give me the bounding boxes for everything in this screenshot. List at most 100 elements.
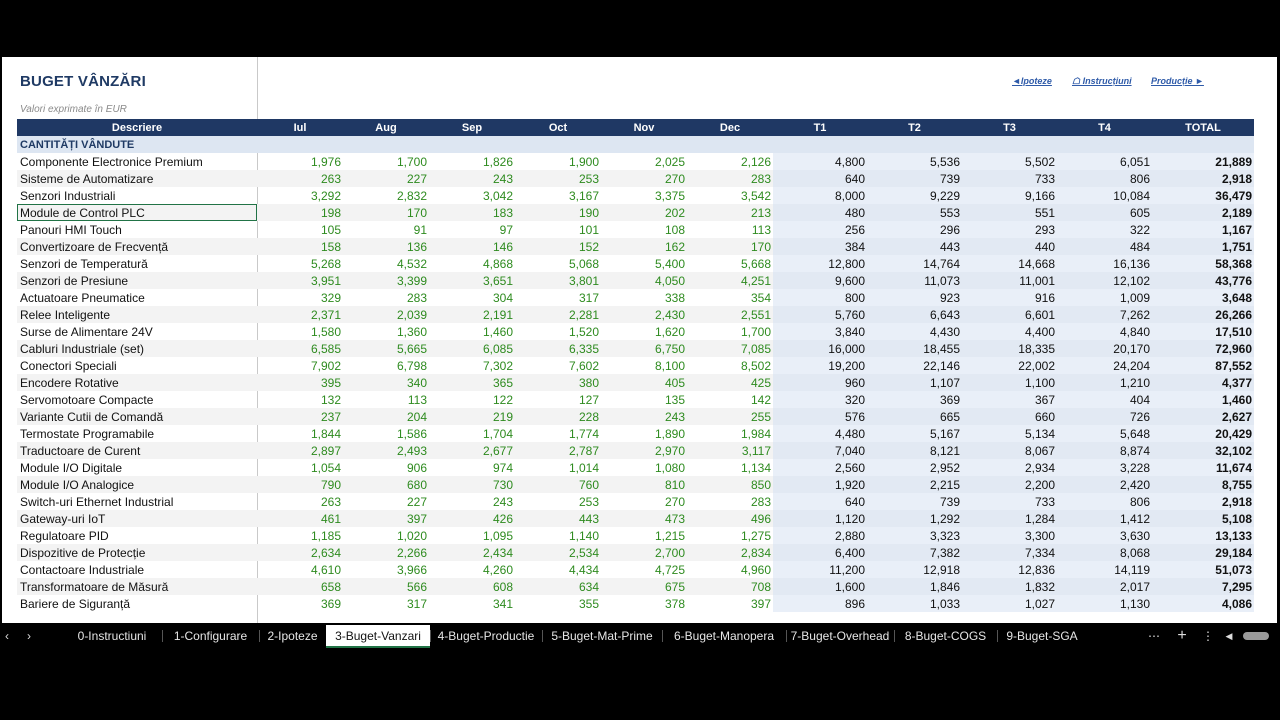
sheet-tab[interactable]: 5-Buget-Mat-Prime [542,624,662,648]
add-sheet-icon[interactable]: + [1173,624,1191,648]
table-cell[interactable]: 1,620 [601,323,687,340]
table-cell[interactable]: 730 [429,476,515,493]
table-cell[interactable]: 675 [601,578,687,595]
table-cell[interactable]: 6,400 [773,544,867,561]
table-cell[interactable]: 20,429 [1152,425,1254,442]
table-cell[interactable]: 105 [257,221,343,238]
table-cell[interactable]: 395 [257,374,343,391]
table-cell[interactable]: 7,085 [687,340,773,357]
table-cell[interactable]: 1,774 [515,425,601,442]
table-cell[interactable]: 397 [343,510,429,527]
table-cell[interactable]: 4,086 [1152,595,1254,612]
table-cell[interactable]: 974 [429,459,515,476]
table-cell[interactable]: 2,191 [429,306,515,323]
row-description[interactable]: Module I/O Digitale [17,459,257,476]
table-cell[interactable]: 5,167 [867,425,962,442]
table-cell[interactable]: 9,166 [962,187,1057,204]
table-cell[interactable]: 87,552 [1152,357,1254,374]
row-description[interactable]: Module de Control PLC [17,204,257,221]
sheet-tab[interactable]: 0-Instructiuni [62,624,162,648]
table-cell[interactable]: 2,834 [687,544,773,561]
table-cell[interactable]: 6,085 [429,340,515,357]
table-cell[interactable] [257,136,343,153]
table-cell[interactable]: 136 [343,238,429,255]
table-cell[interactable]: 10,084 [1057,187,1152,204]
table-cell[interactable]: 253 [515,493,601,510]
table-cell[interactable]: 4,960 [687,561,773,578]
table-cell[interactable]: 341 [429,595,515,612]
table-cell[interactable]: 135 [601,391,687,408]
table-cell[interactable]: 3,167 [515,187,601,204]
table-cell[interactable]: 1,704 [429,425,515,442]
table-cell[interactable]: 440 [962,238,1057,255]
table-cell[interactable]: 17,510 [1152,323,1254,340]
table-cell[interactable]: 3,300 [962,527,1057,544]
table-cell[interactable] [867,136,962,153]
table-cell[interactable]: 7,040 [773,442,867,459]
table-cell[interactable]: 72,960 [1152,340,1254,357]
sheet-tab[interactable]: 4-Buget-Productie [430,624,542,648]
table-cell[interactable]: 255 [687,408,773,425]
table-cell[interactable] [1057,136,1152,153]
table-cell[interactable]: 4,725 [601,561,687,578]
table-cell[interactable]: 190 [515,204,601,221]
table-cell[interactable]: 32,102 [1152,442,1254,459]
tab-scroll-prev-icon[interactable]: ‹ [0,624,14,648]
row-description[interactable]: Conectori Speciali [17,357,257,374]
table-cell[interactable]: 3,375 [601,187,687,204]
table-cell[interactable]: 7,302 [429,357,515,374]
table-cell[interactable]: 680 [343,476,429,493]
table-cell[interactable]: 916 [962,289,1057,306]
table-cell[interactable] [1152,136,1254,153]
table-cell[interactable]: 19,200 [773,357,867,374]
table-cell[interactable]: 243 [429,493,515,510]
table-cell[interactable]: 18,455 [867,340,962,357]
row-description[interactable]: Traductoare de Curent [17,442,257,459]
table-cell[interactable]: 12,102 [1057,272,1152,289]
table-cell[interactable]: 1,292 [867,510,962,527]
table-cell[interactable]: 14,119 [1057,561,1152,578]
row-description[interactable]: Sisteme de Automatizare [17,170,257,187]
table-cell[interactable] [687,136,773,153]
table-cell[interactable]: 22,146 [867,357,962,374]
table-cell[interactable]: 219 [429,408,515,425]
sheet-tab[interactable]: 8-Buget-COGS [894,624,997,648]
table-cell[interactable]: 8,067 [962,442,1057,459]
table-cell[interactable]: 329 [257,289,343,306]
table-cell[interactable]: 1,586 [343,425,429,442]
table-cell[interactable]: 608 [429,578,515,595]
table-cell[interactable]: 227 [343,493,429,510]
table-cell[interactable]: 405 [601,374,687,391]
table-cell[interactable]: 739 [867,493,962,510]
table-cell[interactable]: 3,651 [429,272,515,289]
table-cell[interactable]: 1,275 [687,527,773,544]
table-cell[interactable]: 1,167 [1152,221,1254,238]
table-cell[interactable]: 14,764 [867,255,962,272]
table-cell[interactable]: 108 [601,221,687,238]
tab-scroll-next-icon[interactable]: › [22,624,36,648]
row-description[interactable]: Convertizoare de Frecvență [17,238,257,255]
more-sheets-icon[interactable]: ⋯ [1145,624,1163,648]
table-cell[interactable]: 122 [429,391,515,408]
table-cell[interactable]: 228 [515,408,601,425]
table-cell[interactable]: 6,601 [962,306,1057,323]
table-cell[interactable]: 237 [257,408,343,425]
table-cell[interactable]: 4,480 [773,425,867,442]
table-cell[interactable]: 2,677 [429,442,515,459]
table-cell[interactable]: 1,100 [962,374,1057,391]
table-cell[interactable]: 3,228 [1057,459,1152,476]
table-cell[interactable]: 726 [1057,408,1152,425]
table-cell[interactable]: 3,840 [773,323,867,340]
table-cell[interactable]: 5,268 [257,255,343,272]
table-cell[interactable]: 2,880 [773,527,867,544]
table-cell[interactable]: 384 [773,238,867,255]
table-cell[interactable]: 5,665 [343,340,429,357]
table-cell[interactable]: 51,073 [1152,561,1254,578]
table-cell[interactable]: 243 [601,408,687,425]
table-cell[interactable]: 1,460 [1152,391,1254,408]
row-description[interactable]: Gateway-uri IoT [17,510,257,527]
table-cell[interactable]: 576 [773,408,867,425]
table-cell[interactable]: 4,532 [343,255,429,272]
table-cell[interactable]: 5,400 [601,255,687,272]
table-cell[interactable]: 2,281 [515,306,601,323]
